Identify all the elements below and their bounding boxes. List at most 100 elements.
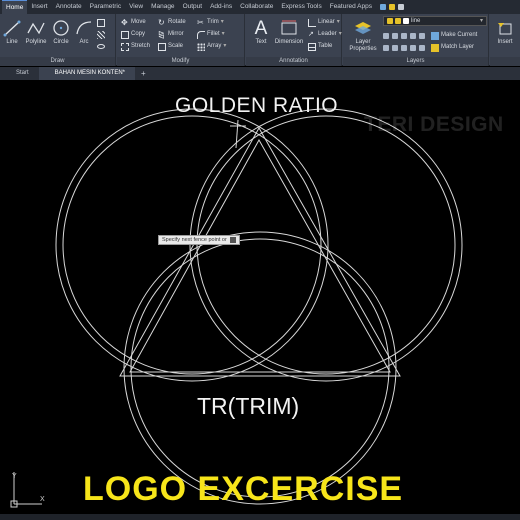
tab-manage[interactable]: Manage	[147, 0, 179, 14]
linear-button[interactable]: Linear ▾	[308, 17, 340, 28]
tab-view[interactable]: View	[125, 0, 147, 14]
drawing-canvas[interactable]	[0, 80, 520, 520]
ellipse-icon	[97, 44, 105, 49]
lightbulb-icon[interactable]	[389, 4, 395, 10]
mirror-icon: ⧎	[158, 29, 165, 39]
layer-tool-icon[interactable]	[401, 32, 407, 39]
layer-tool-icon[interactable]	[392, 44, 398, 51]
annotation-panel-title[interactable]: Annotation	[246, 57, 341, 66]
annotation-panel: A Text Dimension Linear ▾ ↗ Leader ▾ Table …	[246, 14, 342, 66]
text-button[interactable]: A Text	[250, 17, 272, 46]
leader-dropdown-icon[interactable]: ▾	[339, 29, 342, 40]
draw-tool-hatch[interactable]	[97, 29, 105, 40]
fillet-button[interactable]: Fillet ▾	[197, 29, 225, 40]
block-panel: Insert	[490, 14, 520, 66]
tab-annotate[interactable]: Annotate	[52, 0, 86, 14]
modify-panel: ✥ Move ↻ Rotate ✂ Trim ▾ Copy ⧎ Mirror Fillet…	[117, 14, 245, 66]
draw-tool-rectangle[interactable]	[97, 17, 105, 28]
stretch-icon	[121, 42, 129, 51]
circle-button[interactable]: Circle	[50, 17, 72, 46]
dimension-button[interactable]: Dimension	[274, 17, 304, 46]
array-button[interactable]: Array ▾	[197, 41, 226, 52]
layer-on-icon	[387, 18, 393, 24]
tooltip-input-icon[interactable]	[229, 237, 236, 243]
insert-button[interactable]: Insert	[492, 17, 518, 46]
rotate-button[interactable]: ↻ Rotate	[158, 17, 186, 28]
make-current-button[interactable]: Make Current	[431, 30, 477, 41]
layer-tool-icon[interactable]	[410, 44, 416, 51]
golden-ratio-heading: GOLDEN RATIO	[175, 94, 339, 117]
mirror-button[interactable]: ⧎ Mirror	[158, 29, 184, 40]
line-button[interactable]: Line	[1, 17, 23, 46]
start-tab[interactable]: Start	[0, 67, 39, 80]
tab-insert[interactable]: Insert	[27, 0, 51, 14]
logo-exercise-banner: LOGO EXCERCISE	[83, 470, 404, 508]
draw-panel-title[interactable]: Draw	[0, 57, 115, 66]
trim-dropdown-icon[interactable]: ▾	[221, 17, 224, 28]
hatch-icon	[97, 30, 105, 39]
layer-tool-icon[interactable]	[419, 32, 425, 39]
insert-block-icon	[498, 23, 512, 35]
tab-featured-apps[interactable]: Featured Apps	[326, 0, 376, 14]
layer-tool-icon[interactable]	[410, 32, 416, 39]
status-bar	[0, 514, 520, 520]
trim-icon: ✂	[197, 17, 204, 27]
rotate-icon: ↻	[158, 17, 165, 27]
tab-home[interactable]: Home	[2, 0, 28, 14]
leader-button[interactable]: ↗ Leader ▾	[308, 29, 342, 40]
tab-parametric[interactable]: Parametric	[86, 0, 125, 14]
scale-button[interactable]: Scale	[158, 41, 183, 52]
match-layer-button[interactable]: Match Layer	[431, 42, 474, 53]
layer-tools-row-2	[383, 42, 425, 53]
linear-icon	[308, 18, 316, 27]
move-button[interactable]: ✥ Move	[121, 17, 146, 28]
layer-dropdown[interactable]: line ▾	[383, 16, 487, 26]
document-tab[interactable]: BAHAN MESIN KONTEN*	[38, 67, 136, 80]
modify-panel-title[interactable]: Modify	[117, 57, 244, 66]
tab-output[interactable]: Output	[179, 0, 207, 14]
tab-collaborate[interactable]: Collaborate	[236, 0, 277, 14]
leader-icon: ↗	[308, 30, 314, 38]
fillet-icon	[197, 30, 205, 39]
tab-add-ins[interactable]: Add-ins	[206, 0, 236, 14]
polyline-button[interactable]: Polyline	[24, 17, 48, 46]
make-current-icon	[431, 31, 439, 40]
file-tab-bar: Start BAHAN MESIN KONTEN* +	[0, 67, 520, 80]
layer-dropdown-arrow-icon[interactable]: ▾	[480, 16, 483, 27]
linear-dropdown-icon[interactable]: ▾	[337, 17, 340, 28]
tab-express-tools[interactable]: Express Tools	[277, 0, 325, 14]
fillet-dropdown-icon[interactable]: ▾	[222, 29, 225, 40]
block-panel-title[interactable]	[490, 57, 520, 66]
line-icon	[3, 20, 21, 37]
layers-panel: Layer Properties line ▾ Make Current Mat…	[343, 14, 489, 66]
trim-button[interactable]: ✂ Trim ▾	[197, 17, 224, 28]
layer-tool-icon[interactable]	[383, 44, 389, 51]
draw-tool-ellipse[interactable]	[97, 41, 105, 52]
layer-tool-icon[interactable]	[383, 32, 389, 39]
layer-tool-icon[interactable]	[419, 44, 425, 51]
layers-panel-title[interactable]: Layers	[343, 57, 488, 66]
stretch-button[interactable]: Stretch	[121, 41, 150, 52]
layer-tool-icon[interactable]	[401, 44, 407, 51]
command-tooltip: Specify next fence point or	[158, 235, 240, 245]
trim-command-label: TR(TRIM)	[197, 393, 300, 419]
copy-icon	[121, 30, 129, 39]
new-tab-button[interactable]: +	[135, 69, 152, 78]
move-icon: ✥	[121, 17, 128, 27]
copy-button[interactable]: Copy	[121, 29, 145, 40]
match-layer-icon	[431, 43, 439, 52]
array-icon	[197, 42, 205, 51]
array-dropdown-icon[interactable]: ▾	[223, 41, 226, 52]
table-button[interactable]: Table	[308, 41, 332, 52]
dimension-icon	[281, 20, 297, 35]
arc-button[interactable]: Arc	[73, 17, 95, 46]
svg-text:X: X	[40, 496, 45, 503]
workspace-icon[interactable]	[380, 4, 386, 10]
sun-icon[interactable]	[398, 4, 404, 10]
circle-icon	[53, 20, 69, 36]
layer-tool-icon[interactable]	[392, 32, 398, 39]
layer-thaw-icon	[395, 18, 401, 24]
layer-properties-button[interactable]: Layer Properties	[346, 17, 380, 53]
rectangle-icon	[97, 18, 105, 27]
text-icon: A	[254, 17, 268, 39]
